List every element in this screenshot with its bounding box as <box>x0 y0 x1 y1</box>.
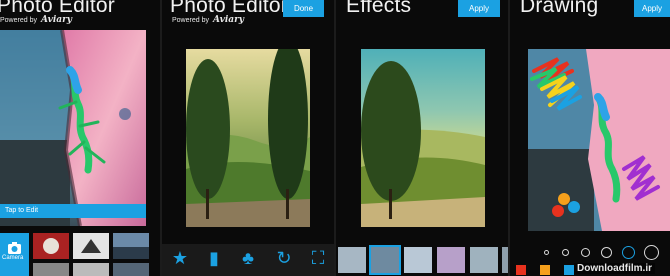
aviary-logo: Aviary <box>40 15 73 25</box>
rotate-icon[interactable]: ↻ <box>272 248 296 269</box>
brush-size-option[interactable] <box>644 245 659 260</box>
powered-label: Powered by <box>172 17 209 24</box>
tap-to-edit-bar[interactable]: Tap to Edit <box>0 204 146 218</box>
enhance-icon[interactable]: ▮ <box>202 248 226 269</box>
screen-drawing: Drawing Apply Downloadfilm.ir <box>510 0 670 276</box>
main-photo[interactable] <box>0 30 146 226</box>
screen-title: Effects <box>346 0 412 17</box>
camera-label: Camera <box>2 255 24 261</box>
gallery-thumb[interactable] <box>73 263 109 276</box>
effect-thumb[interactable] <box>338 247 366 273</box>
main-photo <box>186 49 310 227</box>
color-swatch-blue[interactable] <box>564 265 574 275</box>
color-swatch-orange[interactable] <box>540 265 550 275</box>
drawing-photo <box>528 49 670 231</box>
landscape-photo <box>186 49 310 227</box>
brush-size-option[interactable] <box>562 249 569 256</box>
screen-photo-editor-start: Photo Editor Powered by Aviary Tap to Ed… <box>0 0 160 276</box>
thumb-image <box>33 233 69 259</box>
gallery-thumb[interactable] <box>33 233 69 259</box>
thumb-image <box>113 233 149 259</box>
gallery-thumb[interactable] <box>33 263 69 276</box>
watermark: Downloadfilm.ir <box>574 263 655 274</box>
brush-size-option[interactable] <box>601 247 612 258</box>
camera-button[interactable]: Camera <box>0 233 29 276</box>
powered-by: Powered by Aviary <box>0 15 72 25</box>
effects-strip <box>336 245 508 276</box>
aviary-logo: Aviary <box>212 15 245 25</box>
screen-photo-editor-tools: Photo Editor Powered byAviary Done ★ ▮ <box>162 0 334 276</box>
lizard-photo <box>0 30 146 226</box>
effect-thumb-selected[interactable] <box>369 245 401 275</box>
brush-size-picker <box>510 244 670 260</box>
powered-label: Powered by <box>0 17 37 24</box>
brush-size-option-selected[interactable] <box>622 246 635 259</box>
effect-thumb[interactable] <box>437 247 465 273</box>
brush-size-option[interactable] <box>581 248 590 257</box>
screen-effects: Effects Apply <box>336 0 508 276</box>
star-icon[interactable]: ★ <box>168 248 192 269</box>
thumb-image <box>73 233 109 259</box>
effect-thumb[interactable] <box>404 247 432 273</box>
landscape-photo <box>361 49 485 227</box>
color-swatch-red[interactable] <box>516 265 526 275</box>
tool-bar: ★ ▮ ♣ ↻ ⛶ <box>162 244 334 276</box>
apply-button[interactable]: Apply <box>634 0 670 17</box>
screen-title: Drawing <box>520 0 599 17</box>
powered-by: Powered by Aviary <box>172 15 244 25</box>
gallery-thumb[interactable] <box>73 233 109 259</box>
apply-button[interactable]: Apply <box>458 0 500 17</box>
effects-icon[interactable]: ♣ <box>236 248 260 269</box>
brush-size-option[interactable] <box>544 250 549 255</box>
crop-icon[interactable]: ⛶ <box>306 248 330 269</box>
done-button[interactable]: Done <box>283 0 324 17</box>
main-photo[interactable] <box>528 49 670 231</box>
gallery-thumb[interactable] <box>113 233 149 259</box>
main-photo <box>361 49 485 227</box>
gallery-thumb[interactable] <box>113 263 149 276</box>
effect-thumb[interactable] <box>470 247 498 273</box>
